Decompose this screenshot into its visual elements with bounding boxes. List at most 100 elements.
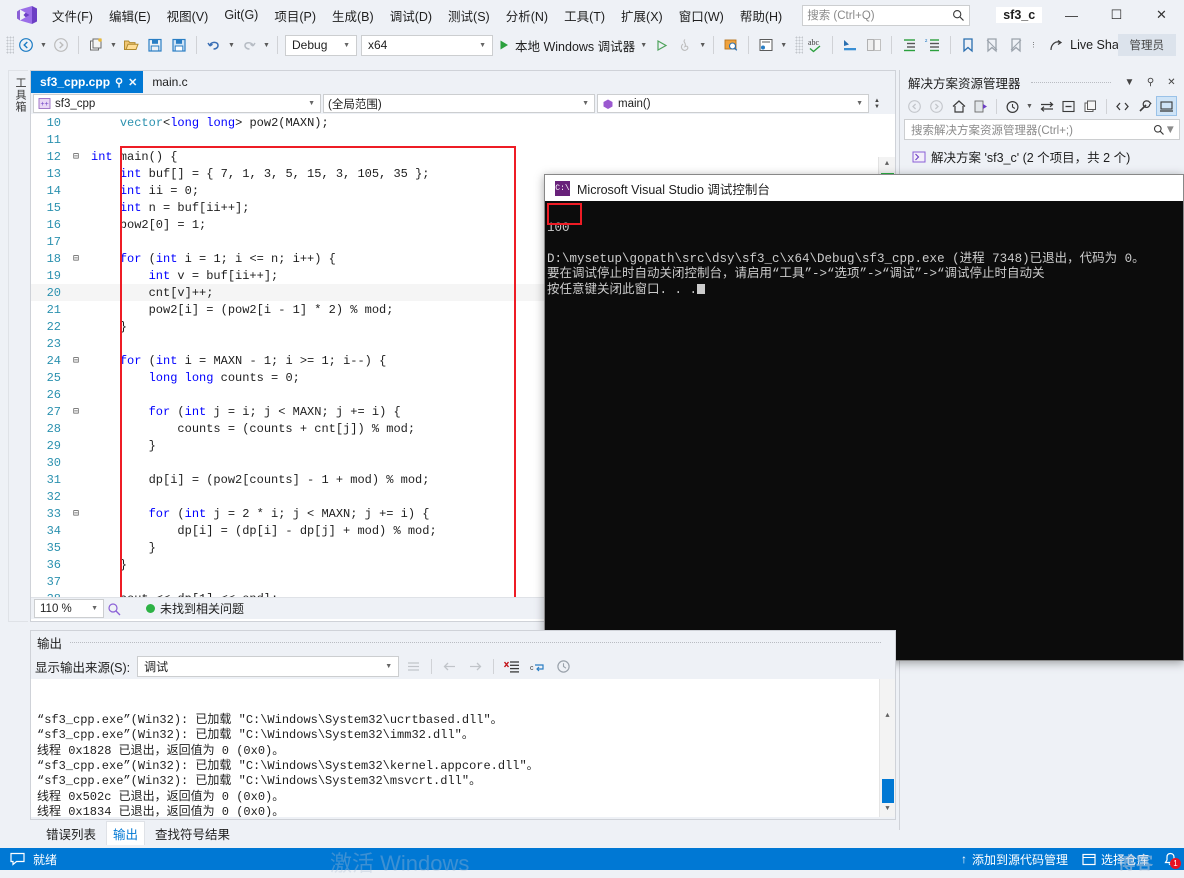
toggle-bookmark-icon[interactable] [957,34,979,56]
panel-close-icon[interactable]: ✕ [1163,72,1180,92]
project-dropdown[interactable]: ++ sf3_cpp ▼ [33,94,321,113]
pin-icon[interactable]: ⚲ [115,76,123,89]
find-in-files-icon[interactable] [720,34,742,56]
output-go-next-icon[interactable] [464,656,487,677]
solution-root-node[interactable]: 解决方案 'sf3_c' (2 个项目，共 2 个) [900,145,1184,168]
menu-git[interactable]: Git(G) [216,3,266,27]
fold-toggle-icon[interactable]: ⊟ [69,406,83,418]
menu-window[interactable]: 窗口(W) [671,1,732,30]
output-log-area[interactable]: “sf3_cpp.exe”(Win32): 已加载 "C:\Windows\Sy… [31,679,895,817]
maximize-button[interactable]: ☐ [1094,0,1139,30]
select-repository-button[interactable]: 选择仓库 [1082,851,1149,868]
se-view-code-icon[interactable] [1112,96,1133,116]
menu-help[interactable]: 帮助(H) [732,1,790,30]
fold-toggle-icon[interactable]: ⊟ [69,151,83,163]
zoom-level-dropdown[interactable]: 110 % ▼ [34,599,104,618]
start-without-debugging-icon[interactable] [650,34,672,56]
spellcheck-icon[interactable]: abc [804,34,826,56]
menu-build[interactable]: 生成(B) [324,1,382,30]
close-button[interactable]: ✕ [1139,0,1184,30]
se-back-icon[interactable] [904,96,925,116]
toolbox-vertical-tab[interactable]: 工具箱 [8,70,28,622]
scope-dropdown[interactable]: (全局范围) ▼ [323,94,595,113]
se-home-icon[interactable] [948,96,969,116]
fold-toggle-icon[interactable]: ⊟ [69,253,83,265]
member-dropdown[interactable]: main() ▼ [597,94,869,113]
se-collapse-all-icon[interactable] [1058,96,1079,116]
output-scrollbar-thumb[interactable] [882,779,894,803]
close-tab-icon[interactable]: ✕ [128,76,137,89]
toolbar-grip-2[interactable] [795,36,804,54]
se-pending-dropdown-icon[interactable]: ▼ [1024,95,1035,117]
solution-platform-dropdown[interactable]: x64 ▼ [361,34,493,56]
split-view-toggle[interactable]: ▲ ▼ [871,98,883,110]
navigate-back-dropdown-icon[interactable]: ▼ [38,34,49,56]
scroll-up-icon[interactable]: ▲ [879,157,895,171]
intellisense-icon[interactable] [104,602,124,616]
indent-increase-icon[interactable]: ² [922,34,944,56]
se-pending-changes-icon[interactable] [1002,96,1023,116]
menu-edit[interactable]: 编辑(E) [101,1,159,30]
new-project-icon[interactable] [85,34,107,56]
output-clear-all-icon[interactable] [500,656,523,677]
bookmark-overflow-icon[interactable]: ⋮ [1028,34,1039,56]
se-preview-selected-icon[interactable] [1156,96,1177,116]
fold-toggle-icon[interactable]: ⊟ [69,508,83,520]
code-line[interactable]: 11 [31,131,895,148]
code-line[interactable]: 10 vector<long long> pow2(MAXN); [31,114,895,131]
tab-sf3-cpp[interactable]: sf3_cpp.cpp ⚲ ✕ [31,71,144,93]
menu-file[interactable]: 文件(F) [44,1,101,30]
se-sync-icon[interactable] [1036,96,1057,116]
hot-reload-dropdown-icon[interactable]: ▼ [697,34,708,56]
se-forward-icon[interactable] [926,96,947,116]
menu-project[interactable]: 项目(P) [266,1,324,30]
redo-icon[interactable] [238,34,260,56]
undo-icon[interactable] [203,34,225,56]
new-project-dropdown-icon[interactable]: ▼ [108,34,119,56]
output-source-dropdown[interactable]: 调试 ▼ [137,655,400,677]
se-search-dropdown-icon[interactable]: ▼ [1165,124,1176,136]
se-switch-view-icon[interactable] [970,96,991,116]
save-all-icon[interactable] [168,34,190,56]
output-word-wrap-icon[interactable]: c [526,656,549,677]
notifications-button[interactable]: 1 [1163,852,1181,869]
minimize-button[interactable]: — [1049,0,1094,30]
menu-view[interactable]: 视图(V) [159,1,217,30]
panel-pin-icon[interactable]: ⚲ [1142,72,1159,92]
debug-target-dropdown-icon[interactable]: ▼ [638,34,649,56]
navigate-forward-icon[interactable] [50,34,72,56]
navigate-back-icon[interactable] [15,34,37,56]
output-scroll-up-icon[interactable]: ▲ [880,710,895,724]
fold-toggle-icon[interactable]: ⊟ [69,355,83,367]
tab-find-symbol-results[interactable]: 查找符号结果 [149,822,236,845]
menu-test[interactable]: 测试(S) [440,1,498,30]
open-file-icon[interactable] [120,34,142,56]
undo-dropdown-icon[interactable]: ▼ [226,34,237,56]
previous-bookmark-icon[interactable] [981,34,1003,56]
go-to-definition-icon[interactable] [839,34,861,56]
debug-console-window[interactable]: C:\ Microsoft Visual Studio 调试控制台 100 D:… [544,174,1184,661]
comment-dropdown-icon[interactable]: ▼ [778,34,789,56]
panel-menu-icon[interactable]: ▼ [1121,72,1138,92]
output-vertical-scrollbar[interactable]: ▲ ▼ [879,679,895,817]
output-find-message-icon[interactable] [402,656,425,677]
tab-main-c[interactable]: main.c [143,71,194,93]
se-show-all-files-icon[interactable] [1080,96,1101,116]
se-properties-icon[interactable] [1134,96,1155,116]
global-search-input[interactable]: 搜索 (Ctrl+Q) [802,4,971,26]
code-line[interactable]: 12 ⊟ int main() { [31,148,895,165]
tab-error-list[interactable]: 错误列表 [40,822,102,845]
toolbar-grip[interactable] [6,36,14,54]
save-icon[interactable] [144,34,166,56]
solution-explorer-search-input[interactable]: 搜索解决方案资源管理器(Ctrl+;) ▼ [904,119,1180,140]
tab-output[interactable]: 输出 [106,821,146,845]
output-scroll-down-icon[interactable]: ▼ [880,803,895,817]
solution-configuration-dropdown[interactable]: Debug ▼ [285,34,357,56]
output-go-previous-icon[interactable] [438,656,461,677]
start-debugging-button[interactable]: 本地 Windows 调试器 [495,34,638,56]
hot-reload-icon[interactable] [674,34,696,56]
indent-decrease-icon[interactable] [898,34,920,56]
menu-analyze[interactable]: 分析(N) [498,1,556,30]
output-toggle-timestamp-icon[interactable] [552,656,575,677]
comment-block-icon[interactable] [755,34,777,56]
